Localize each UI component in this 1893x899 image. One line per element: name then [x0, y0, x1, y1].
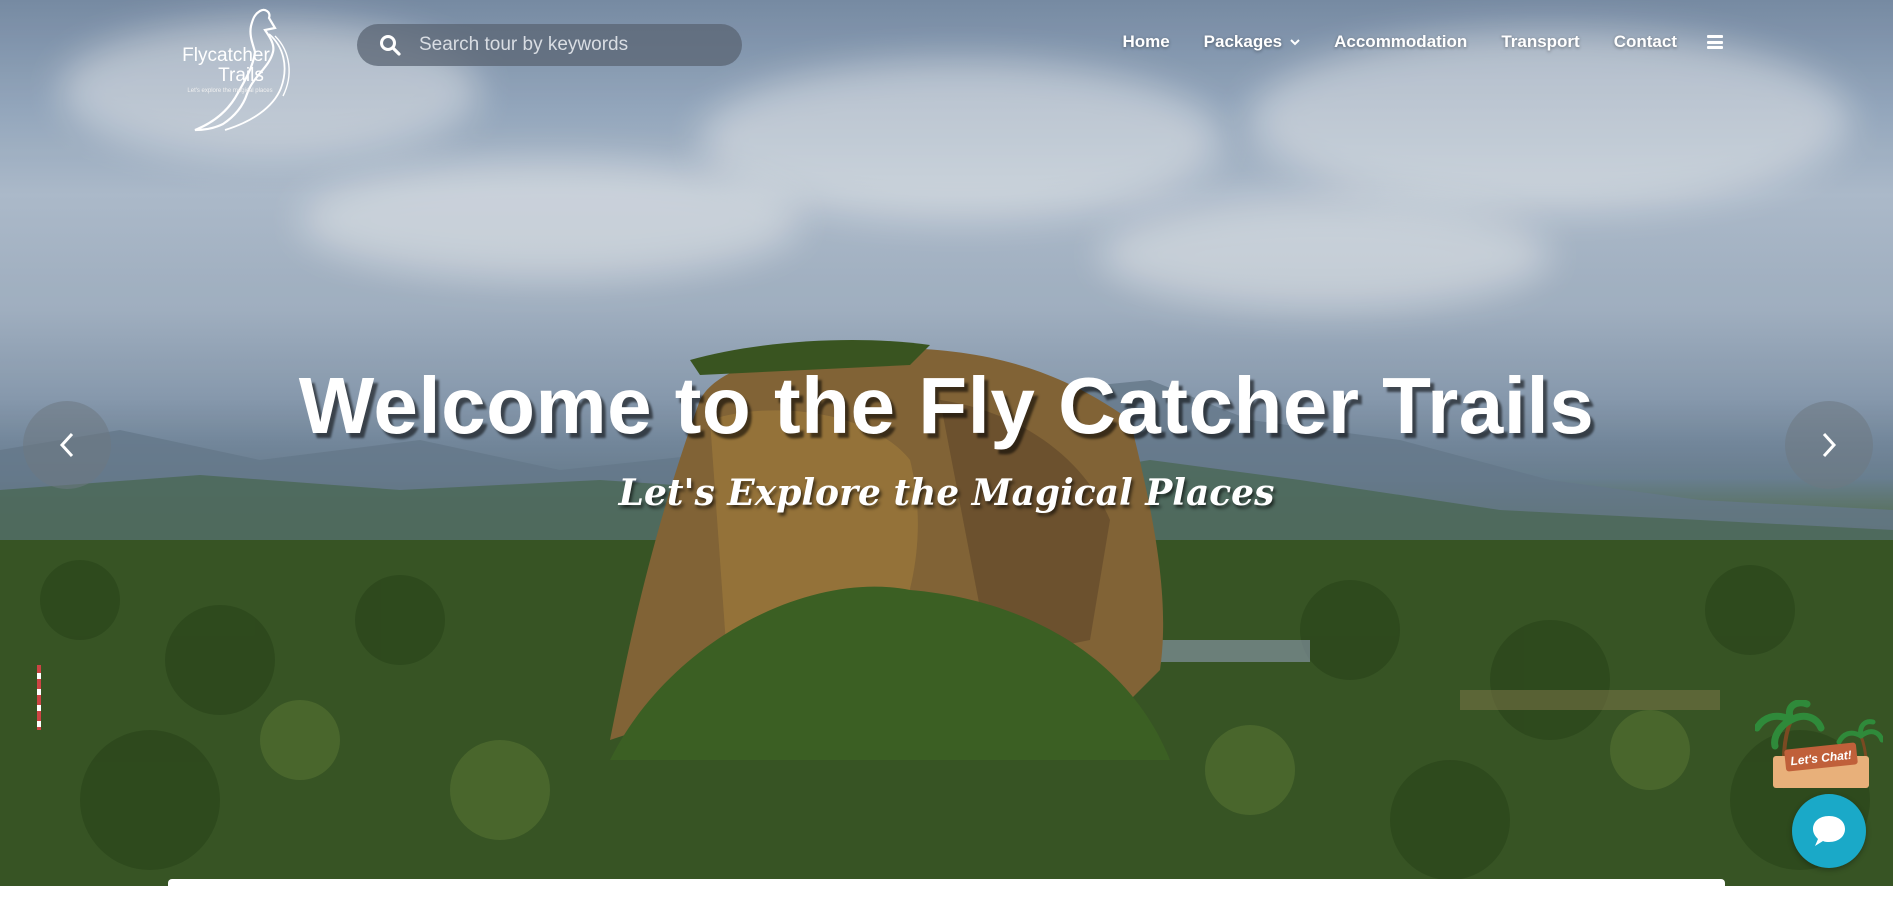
search-input[interactable]	[417, 33, 721, 57]
lets-chat-badge[interactable]: Let's Chat!	[1755, 700, 1883, 792]
chat-bubble-icon	[1813, 816, 1845, 846]
nav-transport[interactable]: Transport	[1501, 32, 1579, 52]
hero-title: Welcome to the Fly Catcher Trails	[298, 361, 1595, 450]
nav-accommodation[interactable]: Accommodation	[1334, 32, 1467, 52]
main-nav: Home Packages Accommodation Transport Co…	[1088, 32, 1723, 52]
chevron-right-icon	[1822, 432, 1837, 458]
logo-tagline: Let's explore the magical places	[187, 88, 273, 94]
logo-title: Flycatcher Trails	[171, 46, 281, 86]
search-icon[interactable]	[379, 34, 401, 56]
logo-name-line2: Trails	[218, 65, 264, 86]
slider-prev-button[interactable]	[23, 401, 111, 489]
nav-accommodation-label: Accommodation	[1334, 32, 1468, 51]
tour-search-bar[interactable]	[357, 24, 742, 66]
radio-tower-icon	[37, 665, 41, 730]
site-logo[interactable]: Flycatcher Trails Let's explore the magi…	[165, 6, 300, 136]
logo-name-line1: Flycatcher	[182, 45, 270, 66]
nav-transport-label: Transport	[1501, 32, 1580, 51]
nav-packages[interactable]: Packages	[1204, 32, 1300, 52]
nav-contact[interactable]: Contact	[1614, 32, 1677, 52]
hero-subtitle: Let's Explore the Magical Places	[618, 472, 1275, 514]
nav-contact-label: Contact	[1613, 32, 1677, 51]
hamburger-menu-icon[interactable]	[1707, 35, 1723, 49]
nav-home[interactable]: Home	[1122, 32, 1169, 52]
nav-packages-label: Packages	[1203, 32, 1283, 51]
chevron-left-icon	[59, 432, 74, 458]
nav-home-label: Home	[1122, 32, 1170, 51]
chat-button[interactable]	[1792, 794, 1866, 868]
slider-next-button[interactable]	[1785, 401, 1873, 489]
chevron-down-icon	[1290, 39, 1300, 46]
booking-panel	[168, 879, 1725, 899]
